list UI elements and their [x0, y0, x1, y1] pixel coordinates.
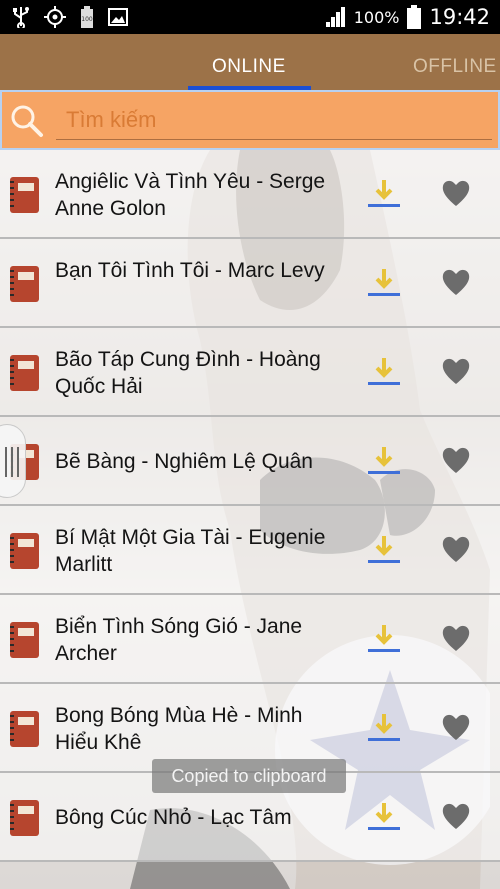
list-item[interactable]: Angiêlic Và Tình Yêu - Serge Anne Golon — [0, 150, 500, 239]
list-item[interactable]: Bẽ Bàng - Nghiêm Lệ Quân — [0, 417, 500, 506]
list-item[interactable]: Bão Táp Cung Đình - Hoàng Quốc Hải — [0, 328, 500, 417]
heart-icon[interactable] — [441, 623, 471, 653]
search-input[interactable] — [56, 100, 492, 140]
search-icon[interactable] — [10, 104, 44, 138]
image-icon — [108, 8, 128, 26]
signal-icon — [325, 7, 345, 27]
list-item[interactable]: Bí Mật Một Gia Tài - Eugenie Marlitt — [0, 506, 500, 595]
heart-icon[interactable] — [441, 356, 471, 386]
book-icon — [10, 177, 39, 213]
heart-icon[interactable] — [441, 712, 471, 742]
clock: 19:42 — [429, 5, 490, 29]
book-title: Bạn Tôi Tình Tôi - Marc Levy — [55, 259, 325, 282]
gps-icon — [44, 6, 66, 28]
book-icon — [10, 533, 39, 569]
heart-icon[interactable] — [441, 445, 471, 475]
download-icon[interactable] — [367, 623, 401, 657]
download-icon[interactable] — [367, 801, 401, 835]
drawer-handle[interactable] — [0, 424, 26, 498]
book-icon — [10, 355, 39, 391]
svg-text:100: 100 — [81, 16, 93, 23]
book-title: Biển Tình Sóng Gió - Jane Archer — [55, 615, 303, 665]
grip-icon — [5, 447, 19, 477]
book-icon — [10, 800, 39, 836]
book-title: Bong Bóng Mùa Hè - Minh Hiểu Khê — [55, 704, 303, 754]
heart-icon[interactable] — [441, 267, 471, 297]
search-bar — [0, 90, 500, 150]
download-icon[interactable] — [367, 356, 401, 390]
book-title: Angiêlic Và Tình Yêu - Serge Anne Golon — [55, 170, 326, 220]
download-icon[interactable] — [367, 534, 401, 568]
heart-icon[interactable] — [441, 178, 471, 208]
book-title: Bẽ Bàng - Nghiêm Lệ Quân — [55, 450, 313, 473]
toast-message: Copied to clipboard — [152, 759, 346, 793]
book-icon — [10, 266, 39, 302]
status-bar: 100 100% 19:42 — [0, 0, 500, 34]
list-item[interactable]: Biển Tình Sóng Gió - Jane Archer — [0, 595, 500, 684]
battery-full-icon: 100 — [81, 6, 93, 28]
notification-icons: 100 — [12, 6, 128, 28]
download-icon[interactable] — [367, 445, 401, 479]
tab-bar: ONLINE OFFLINE — [0, 34, 500, 90]
book-title: Bông Cúc Nhỏ - Lạc Tâm — [55, 806, 292, 829]
download-icon[interactable] — [367, 178, 401, 212]
list-item[interactable]: Bạn Tôi Tình Tôi - Marc Levy — [0, 239, 500, 328]
status-right: 100% 19:42 — [324, 5, 490, 29]
battery-percent: 100% — [353, 7, 400, 27]
download-icon[interactable] — [367, 712, 401, 746]
battery-icon — [407, 5, 422, 29]
download-icon[interactable] — [367, 267, 401, 301]
book-icon — [10, 711, 39, 747]
book-icon — [10, 622, 39, 658]
book-title: Bí Mật Một Gia Tài - Eugenie Marlitt — [55, 526, 326, 576]
book-title: Bão Táp Cung Đình - Hoàng Quốc Hải — [55, 348, 321, 398]
heart-icon[interactable] — [441, 534, 471, 564]
heart-icon[interactable] — [441, 801, 471, 831]
usb-icon — [13, 7, 29, 28]
tab-online[interactable]: ONLINE — [212, 56, 286, 78]
tab-offline[interactable]: OFFLINE — [413, 56, 497, 78]
